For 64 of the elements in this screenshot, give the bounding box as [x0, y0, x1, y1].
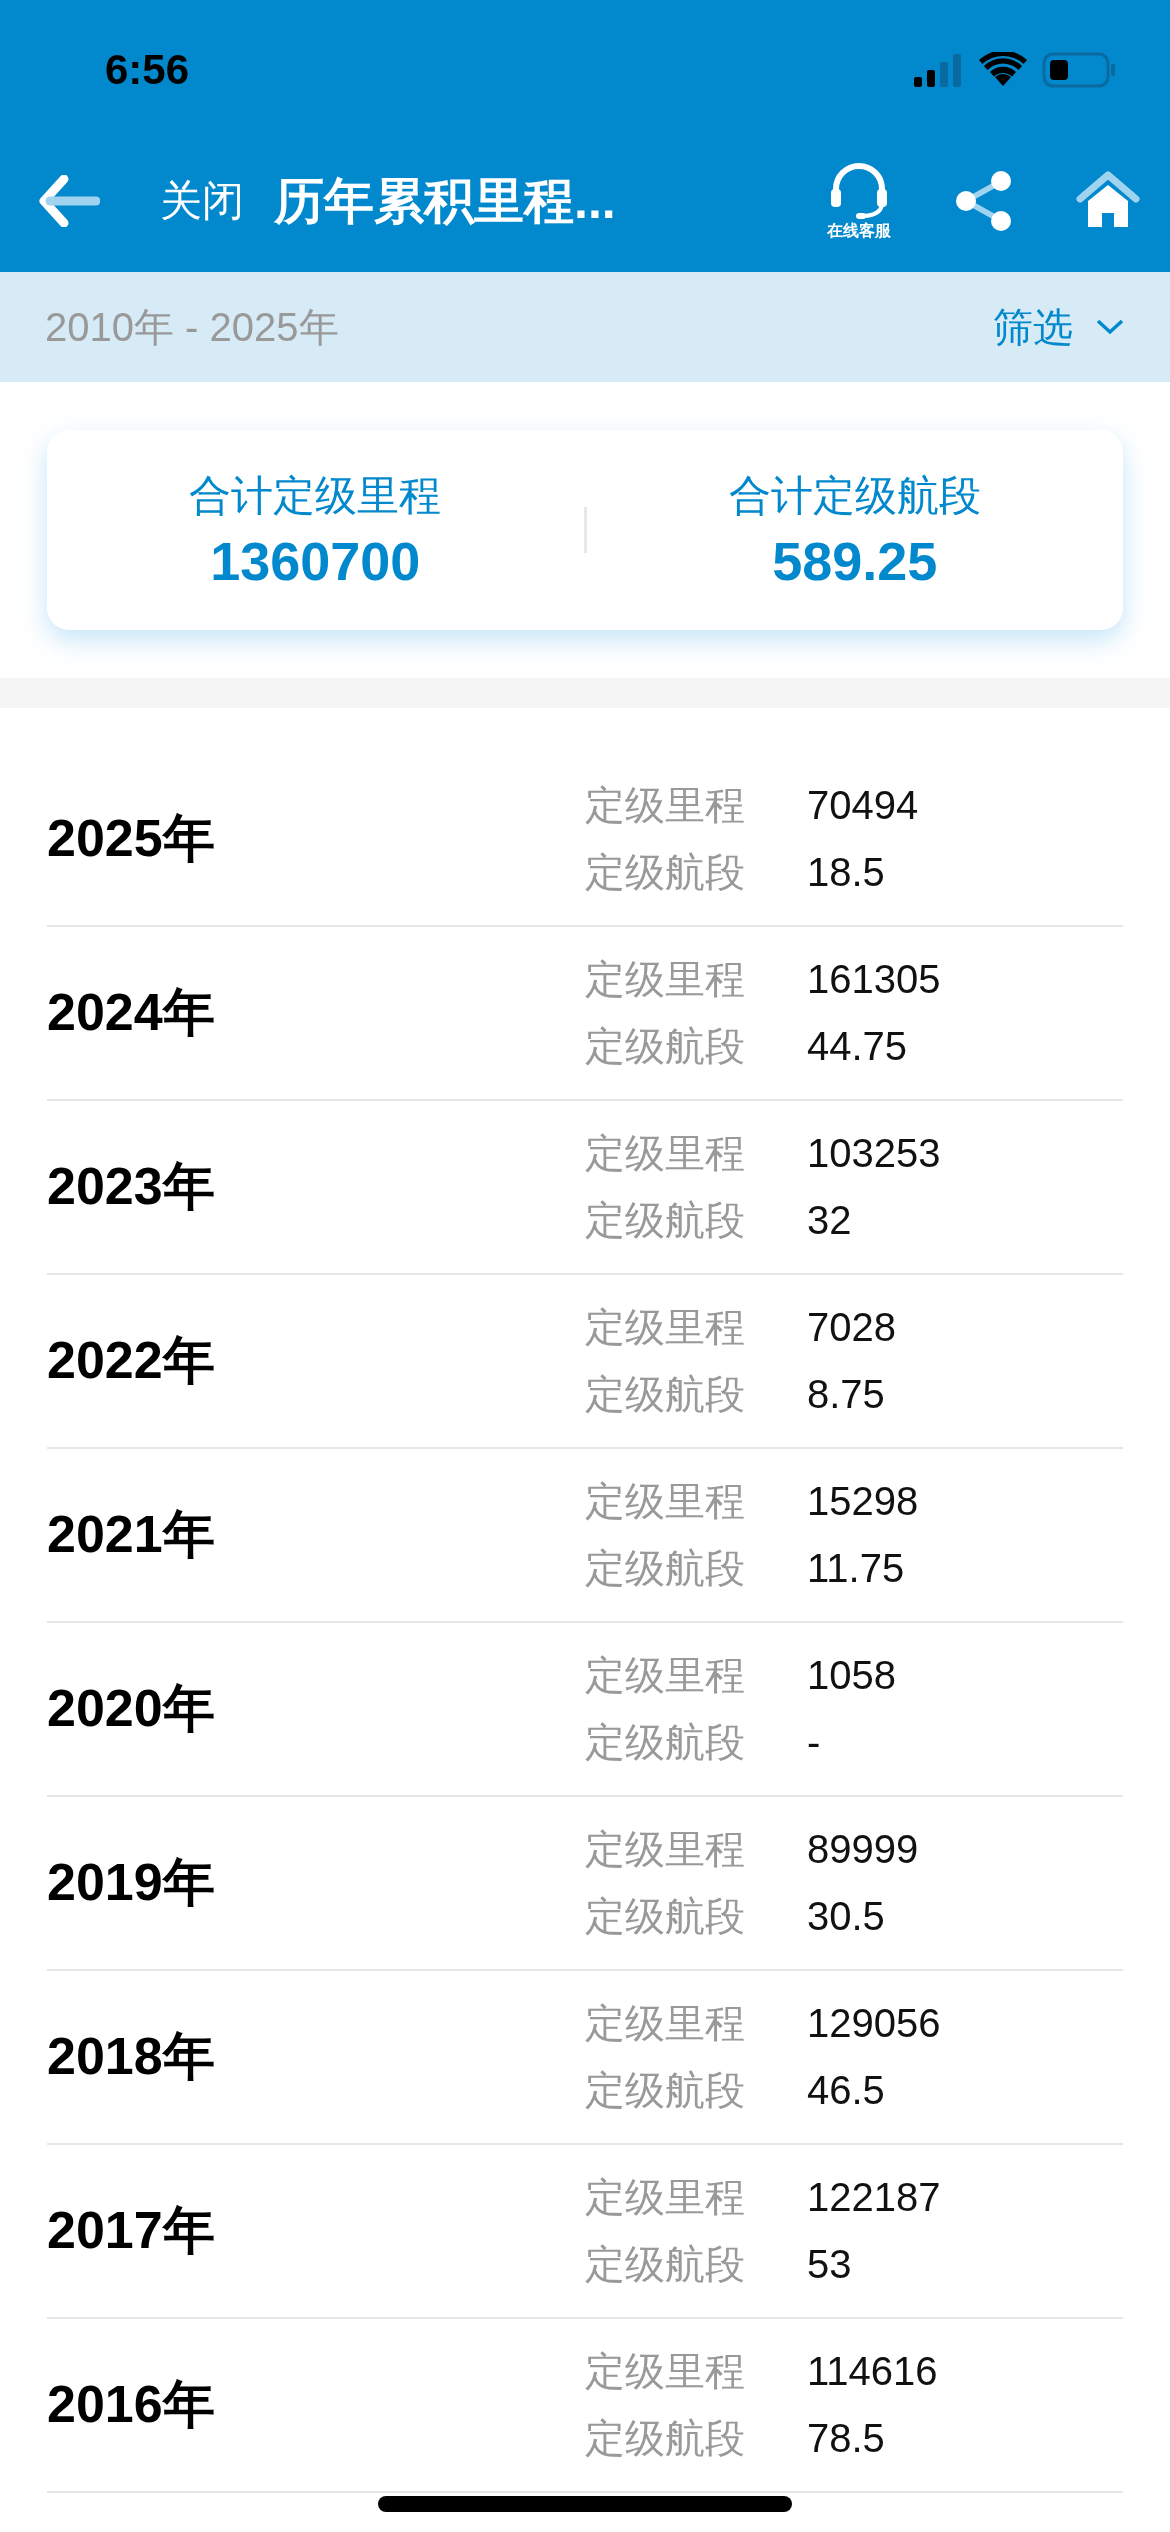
date-range: 2010年 - 2025年	[45, 303, 339, 351]
year-label: 2019年	[47, 1852, 216, 1913]
segments-value: 30.5	[807, 1894, 885, 1939]
summary-label: 合计定级里程	[189, 471, 442, 521]
mileage-label: 定级里程	[585, 1826, 746, 1873]
year-label: 2021年	[47, 1504, 216, 1565]
year-label: 2025年	[47, 808, 216, 869]
year-label: 2017年	[47, 2200, 216, 2261]
segments-label: 定级航段	[585, 1023, 746, 1070]
filter-button[interactable]: 筛选	[993, 299, 1125, 355]
segments-label: 定级航段	[585, 1197, 746, 1244]
summary-value: 589.25	[772, 530, 938, 592]
mileage-value: 1058	[807, 1653, 896, 1698]
segments-value: 11.75	[807, 1546, 905, 1591]
segments-value: 46.5	[807, 2068, 885, 2113]
mileage-label: 定级里程	[585, 2174, 746, 2221]
segments-value: 32	[807, 1198, 852, 1243]
mileage-value: 161305	[807, 957, 941, 1002]
segments-label: 定级航段	[585, 1719, 746, 1766]
online-service-button[interactable]: 在线客服	[826, 160, 892, 242]
segments-label: 定级航段	[585, 1371, 746, 1418]
status-time: 6:56	[105, 46, 190, 94]
mileage-value: 122187	[807, 2175, 941, 2220]
year-label: 2022年	[47, 1330, 216, 1391]
year-label: 2023年	[47, 1156, 216, 1217]
mileage-label: 定级里程	[585, 1130, 746, 1177]
segments-value: 78.5	[807, 2416, 885, 2461]
mileage-label: 定级里程	[585, 1652, 746, 1699]
mileage-value: 114616	[807, 2349, 938, 2394]
mileage-label: 定级里程	[585, 956, 746, 1003]
segments-label: 定级航段	[585, 2241, 746, 2288]
segments-value: 8.75	[807, 1372, 885, 1417]
segments-value: 53	[807, 2242, 852, 2287]
summary-value: 1360700	[210, 530, 421, 592]
summary-label: 合计定级航段	[728, 471, 981, 521]
mileage-value: 89999	[807, 1827, 919, 1872]
mileage-label: 定级里程	[585, 2348, 746, 2395]
segments-label: 定级航段	[585, 2067, 746, 2114]
segments-value: 18.5	[807, 850, 885, 895]
signal-icon	[914, 53, 964, 87]
chevron-down-icon	[1095, 317, 1125, 337]
segments-label: 定级航段	[585, 1545, 746, 1592]
mileage-value: 129056	[807, 2001, 941, 2046]
year-label: 2018年	[47, 2026, 216, 2087]
mileage-label: 定级里程	[585, 1304, 746, 1351]
wifi-icon	[978, 52, 1028, 88]
segments-label: 定级航段	[585, 1893, 746, 1940]
close-button[interactable]: 关闭	[160, 173, 244, 229]
mileage-value: 15298	[807, 1479, 919, 1524]
year-label: 2016年	[47, 2374, 216, 2435]
mileage-label: 定级里程	[585, 2000, 746, 2047]
mileage-label: 定级里程	[585, 1478, 746, 1525]
battery-icon	[1042, 52, 1116, 88]
year-label: 2024年	[47, 982, 216, 1043]
page-title: 历年累积里程...	[274, 171, 617, 231]
segments-value: 44.75	[807, 1024, 908, 1069]
mileage-value: 103253	[807, 1131, 941, 1176]
segments-value: -	[807, 1720, 821, 1765]
segments-label: 定级航段	[585, 849, 746, 896]
mileage-value: 7028	[807, 1305, 896, 1350]
segments-label: 定级航段	[585, 2415, 746, 2462]
mileage-label: 定级里程	[585, 782, 746, 829]
mileage-value: 70494	[807, 783, 919, 828]
year-label: 2020年	[47, 1678, 216, 1739]
